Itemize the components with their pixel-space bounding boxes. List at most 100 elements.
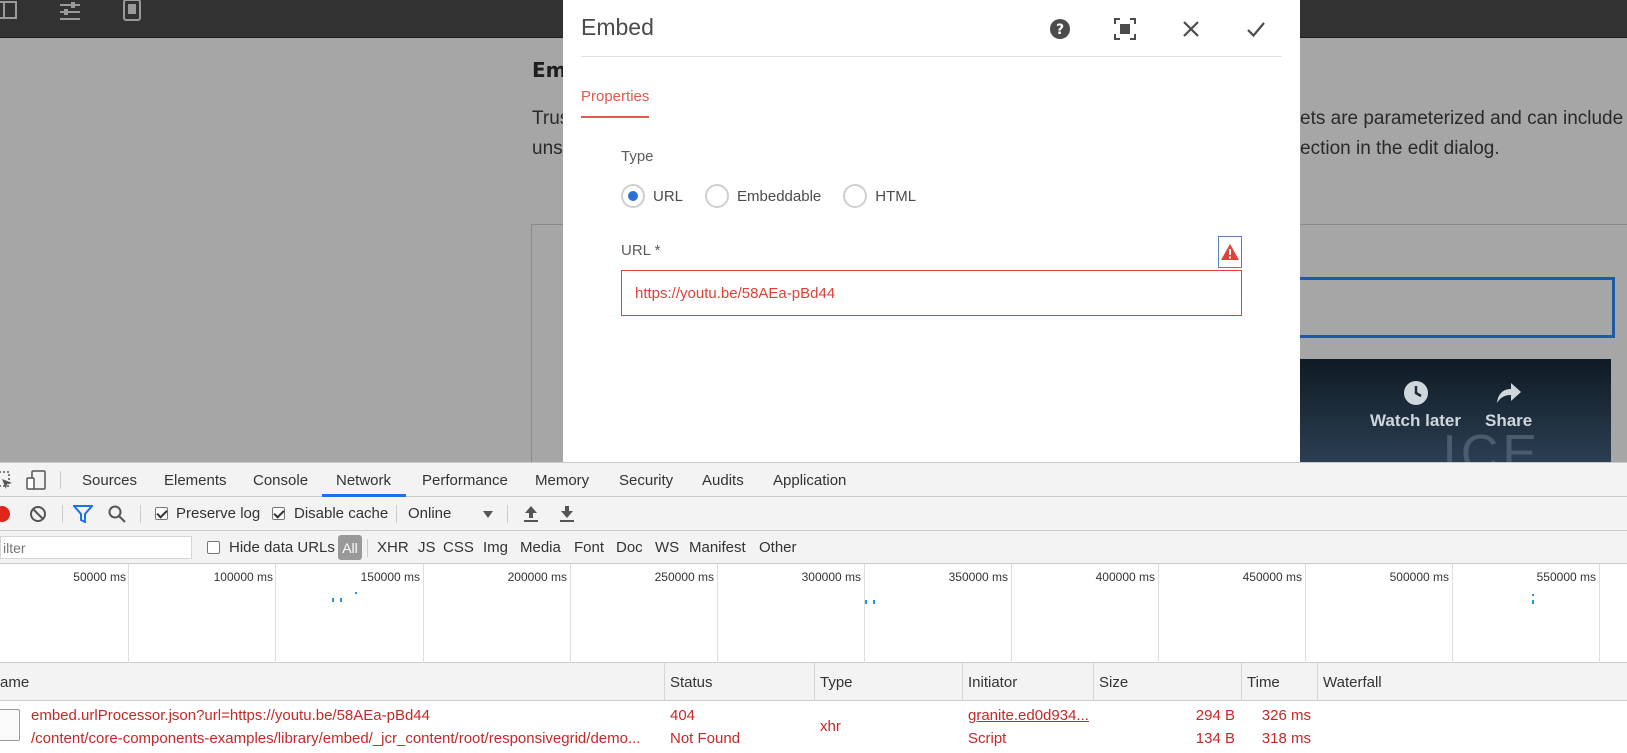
close-icon bbox=[1183, 21, 1199, 37]
emulator-icon[interactable] bbox=[120, 0, 144, 22]
svg-text:?: ? bbox=[1056, 22, 1064, 38]
column-header-waterfall[interactable]: Waterfall bbox=[1323, 674, 1382, 691]
column-header-time[interactable]: Time bbox=[1247, 674, 1280, 691]
preserve-log-checkbox[interactable] bbox=[155, 507, 168, 520]
dialog-header-divider bbox=[581, 56, 1282, 57]
network-overview-timeline[interactable]: 50000 ms 100000 ms 150000 ms 200000 ms 2… bbox=[0, 564, 1627, 663]
timeline-label: 50000 ms bbox=[73, 570, 126, 584]
timeline-label: 350000 ms bbox=[948, 570, 1008, 584]
filter-icon bbox=[71, 505, 95, 524]
radio-embeddable-label: Embeddable bbox=[737, 187, 822, 205]
panel-toggle-icon[interactable] bbox=[0, 0, 20, 22]
filter-type-img[interactable]: Img bbox=[483, 539, 508, 556]
request-initiator-link[interactable]: granite.ed0d934... bbox=[968, 707, 1089, 724]
export-har-button[interactable] bbox=[559, 505, 575, 528]
watch-later-button[interactable]: Watch later bbox=[1370, 379, 1461, 431]
request-path: /content/core-components-examples/librar… bbox=[31, 730, 641, 747]
share-button[interactable]: Share bbox=[1485, 379, 1532, 431]
record-button[interactable] bbox=[0, 506, 10, 522]
preserve-log-label: Preserve log bbox=[176, 505, 261, 522]
filter-type-xhr[interactable]: XHR bbox=[377, 539, 409, 556]
timeline-label: 150000 ms bbox=[360, 570, 420, 584]
share-label: Share bbox=[1485, 411, 1533, 430]
tab-console[interactable]: Console bbox=[253, 472, 308, 489]
filter-type-ws[interactable]: WS bbox=[655, 539, 679, 556]
network-toolbar: Preserve log Disable cache Online bbox=[0, 497, 1627, 531]
import-har-button[interactable] bbox=[523, 505, 539, 528]
column-header-type[interactable]: Type bbox=[820, 674, 853, 691]
chevron-down-icon[interactable] bbox=[483, 511, 493, 518]
timeline-request-mark bbox=[873, 600, 875, 604]
request-status-text: Not Found bbox=[670, 730, 741, 747]
filter-type-font[interactable]: Font bbox=[574, 539, 604, 556]
tab-properties[interactable]: Properties bbox=[581, 88, 650, 118]
filter-type-all[interactable]: All bbox=[338, 535, 362, 560]
embed-dialog: Embed ? Properties Type URL Embeddable H… bbox=[563, 0, 1300, 462]
tab-application[interactable]: Application bbox=[773, 472, 846, 489]
throttling-select[interactable]: Online bbox=[408, 505, 451, 522]
radio-url-circle[interactable] bbox=[621, 184, 645, 208]
request-status-code: 404 bbox=[670, 707, 696, 724]
help-button[interactable]: ? bbox=[1045, 14, 1075, 44]
timeline-request-mark bbox=[1532, 594, 1534, 596]
timeline-request-mark bbox=[355, 592, 357, 594]
dialog-title: Embed bbox=[581, 14, 654, 40]
request-type: xhr bbox=[820, 718, 841, 735]
radio-html[interactable]: HTML bbox=[843, 184, 916, 208]
tab-separator bbox=[60, 471, 61, 489]
timeline-label: 250000 ms bbox=[654, 570, 714, 584]
column-header-name[interactable]: ame bbox=[0, 674, 29, 691]
device-toolbar-icon[interactable] bbox=[26, 470, 48, 495]
timeline-gridline bbox=[128, 564, 129, 663]
hide-data-urls-label: Hide data URLs bbox=[229, 539, 335, 556]
filter-input[interactable] bbox=[0, 536, 192, 559]
radio-html-circle[interactable] bbox=[843, 184, 868, 208]
url-input[interactable] bbox=[621, 270, 1242, 316]
filter-type-manifest[interactable]: Manifest bbox=[689, 539, 746, 556]
inspect-element-icon[interactable] bbox=[0, 471, 14, 496]
timeline-gridline bbox=[1599, 564, 1600, 663]
column-header-size[interactable]: Size bbox=[1099, 674, 1128, 691]
filter-type-media[interactable]: Media bbox=[520, 539, 561, 556]
table-row[interactable]: embed.urlProcessor.json?url=https://yout… bbox=[0, 701, 1627, 753]
filter-type-css[interactable]: CSS bbox=[443, 539, 474, 556]
filter-type-doc[interactable]: Doc bbox=[616, 539, 643, 556]
devtools-tab-bar: Sources Elements Console Network Perform… bbox=[0, 463, 1627, 497]
properties-icon[interactable] bbox=[58, 0, 82, 22]
radio-embeddable[interactable]: Embeddable bbox=[705, 184, 835, 208]
clear-button[interactable] bbox=[29, 505, 47, 528]
timeline-label: 200000 ms bbox=[507, 570, 567, 584]
filter-separator bbox=[367, 539, 368, 557]
disable-cache-checkbox[interactable] bbox=[272, 507, 285, 520]
checkmark-icon bbox=[1247, 22, 1265, 38]
fullscreen-button[interactable] bbox=[1110, 14, 1140, 44]
tab-elements[interactable]: Elements bbox=[164, 472, 227, 489]
request-time-total: 326 ms bbox=[1261, 707, 1311, 724]
timeline-label: 300000 ms bbox=[801, 570, 861, 584]
column-header-initiator[interactable]: Initiator bbox=[968, 674, 1017, 691]
column-header-status[interactable]: Status bbox=[670, 674, 713, 691]
url-error-indicator[interactable] bbox=[1218, 236, 1242, 268]
toolbar-separator bbox=[62, 505, 63, 523]
hide-data-urls-checkbox[interactable] bbox=[207, 541, 220, 554]
radio-embeddable-circle[interactable] bbox=[705, 184, 730, 208]
cancel-button[interactable] bbox=[1176, 14, 1206, 44]
timeline-gridline bbox=[864, 564, 865, 663]
video-preview: ICE Watch later Share bbox=[1298, 359, 1611, 462]
tab-sources[interactable]: Sources bbox=[82, 472, 137, 489]
tab-network[interactable]: Network bbox=[336, 472, 391, 489]
radio-url[interactable]: URL bbox=[621, 184, 697, 208]
filter-type-other[interactable]: Other bbox=[759, 539, 797, 556]
tab-memory[interactable]: Memory bbox=[535, 472, 589, 489]
timeline-label: 450000 ms bbox=[1242, 570, 1302, 584]
tab-performance[interactable]: Performance bbox=[422, 472, 508, 489]
tab-audits[interactable]: Audits bbox=[702, 472, 744, 489]
tab-security[interactable]: Security bbox=[619, 472, 673, 489]
search-button[interactable] bbox=[108, 505, 126, 528]
toolbar-separator bbox=[507, 505, 508, 523]
filter-button[interactable] bbox=[71, 505, 95, 528]
filter-type-js[interactable]: JS bbox=[418, 539, 436, 556]
timeline-gridline bbox=[1452, 564, 1453, 663]
request-initiator-type: Script bbox=[968, 730, 1007, 747]
done-button[interactable] bbox=[1241, 14, 1271, 44]
